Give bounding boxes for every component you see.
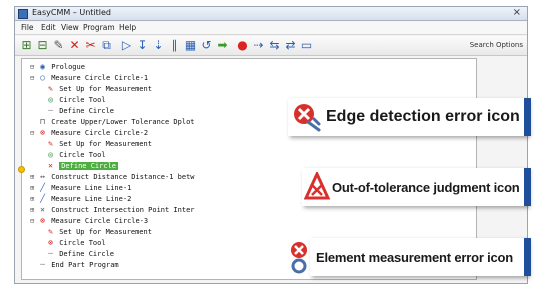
tree-row[interactable]: ⊗ Circle Tool [46, 238, 106, 248]
menu-help[interactable]: Help [119, 23, 136, 32]
window-icon[interactable]: ▭ [299, 38, 314, 53]
edge-error-icon: ✕ [48, 161, 53, 170]
link-icon[interactable]: ⇆ [267, 38, 282, 53]
define-icon: ─ [48, 106, 53, 115]
setup-icon: ✎ [48, 227, 53, 236]
tree-row[interactable]: ◎ Circle Tool [46, 95, 106, 105]
toolbar: ⊞ ⊟ ✎ ✕ ✂ ⧉ ▷ ↧ ⇣ ∥ ▦ ↺ ➡ ● ⇢ ⇆ ⇄ ▭ Sear… [15, 36, 527, 56]
title-bar: EasyCMM – Untitled × [15, 7, 527, 21]
callout-accent-bar [524, 168, 531, 206]
window-title: EasyCMM – Untitled [32, 8, 111, 17]
new-step-icon[interactable]: ⊞ [19, 38, 34, 53]
tree-row[interactable]: ⊟ ◉ Prologue [30, 62, 85, 72]
breakpoint-icon[interactable]: ● [235, 38, 250, 53]
menu-program[interactable]: Program [83, 23, 115, 32]
error-circle-icon: ⊗ [40, 216, 45, 225]
step-icon[interactable]: ↧ [135, 38, 150, 53]
callout-element-error: Element measurement error icon [291, 238, 531, 276]
callout-edge-detection: Edge detection error icon [288, 98, 531, 136]
error-circle-icon: ⊗ [40, 128, 45, 137]
tree-row[interactable]: ✎ Set Up for Measurement [46, 227, 152, 237]
tree-row[interactable]: ─ Define Circle [46, 249, 114, 259]
circle-tool-icon: ◎ [48, 95, 53, 104]
tree-row[interactable]: ✎ Set Up for Measurement [46, 139, 152, 149]
out-of-tolerance-icon [304, 172, 330, 200]
goto-icon[interactable]: ⇢ [251, 38, 266, 53]
prologue-icon: ◉ [40, 62, 45, 71]
stop-icon[interactable]: ▦ [183, 38, 198, 53]
pause-icon[interactable]: ∥ [167, 38, 182, 53]
search-options-label[interactable]: Search Options [470, 41, 523, 49]
circle-icon: ○ [40, 73, 45, 82]
setup-icon: ✎ [48, 84, 53, 93]
forward-icon[interactable]: ➡ [215, 38, 230, 53]
menu-file[interactable]: File [21, 23, 34, 32]
tree-row[interactable]: ◎ Circle Tool [46, 150, 106, 160]
callout-element-text: Element measurement error icon [316, 249, 514, 265]
delete-icon[interactable]: ✕ [67, 38, 82, 53]
tree-row[interactable]: ⊞ ↔ Construct Distance Distance-1 betw [30, 172, 195, 182]
tree-row[interactable]: ⊟ ⊗ Measure Circle Circle-3 [30, 216, 148, 226]
insert-icon[interactable]: ⊟ [35, 38, 50, 53]
menu-edit[interactable]: Edit [41, 23, 56, 32]
tree-row[interactable]: ⊞ ✕ Construct Intersection Point Inter [30, 205, 195, 215]
close-icon[interactable]: × [513, 7, 521, 18]
setup-icon: ✎ [48, 139, 53, 148]
define-icon: ─ [48, 249, 53, 258]
current-step-marker [18, 166, 25, 173]
callout-accent-bar [524, 98, 531, 136]
step-into-icon[interactable]: ⇣ [151, 38, 166, 53]
tree-row[interactable]: ⊞ ╱ Measure Line Line-2 [30, 194, 131, 204]
callout-tolerance-text: Out-of-tolerance judgment icon [332, 179, 520, 195]
cut-icon[interactable]: ✂ [83, 38, 98, 53]
line-icon: ╱ [40, 194, 45, 203]
undo-icon[interactable]: ↺ [199, 38, 214, 53]
distance-icon: ↔ [40, 172, 45, 181]
tree-row[interactable]: ⊟ ○ Measure Circle Circle-1 [30, 73, 148, 83]
tree-row[interactable]: ✎ Set Up for Measurement [46, 84, 152, 94]
end-icon: ─ [40, 260, 45, 269]
merge-icon[interactable]: ⇄ [283, 38, 298, 53]
callout-accent-bar [524, 238, 531, 276]
tree-row[interactable]: ─ End Part Program [30, 260, 119, 270]
tree-row[interactable]: ⊞ ╱ Measure Line Line-1 [30, 183, 131, 193]
copy-icon[interactable]: ⧉ [99, 38, 114, 53]
intersection-icon: ✕ [40, 205, 45, 214]
edge-detection-error-icon [294, 104, 321, 132]
line-icon: ╱ [40, 183, 45, 192]
element-measurement-error-icon [291, 242, 307, 274]
element-error-icon: ⊗ [48, 238, 53, 247]
menu-bar: File Edit View Program Help [15, 22, 527, 35]
edit-icon[interactable]: ✎ [51, 38, 66, 53]
tolerance-icon: ⊓ [40, 117, 45, 126]
callout-out-of-tolerance: Out-of-tolerance judgment icon [302, 168, 531, 206]
tree-row-selected[interactable]: ✕ Define Circle [46, 161, 119, 171]
tree-row[interactable]: ⊓ Create Upper/Lower Tolerance Dplot [30, 117, 194, 127]
callout-edge-text: Edge detection error icon [326, 108, 520, 125]
tree-row[interactable]: ⊟ ⊗ Measure Circle Circle-2 [30, 128, 148, 138]
app-icon [18, 9, 28, 19]
menu-view[interactable]: View [61, 23, 79, 32]
circle-tool-icon: ◎ [48, 150, 53, 159]
tree-row[interactable]: ─ Define Circle [46, 106, 114, 116]
run-icon[interactable]: ▷ [119, 38, 134, 53]
